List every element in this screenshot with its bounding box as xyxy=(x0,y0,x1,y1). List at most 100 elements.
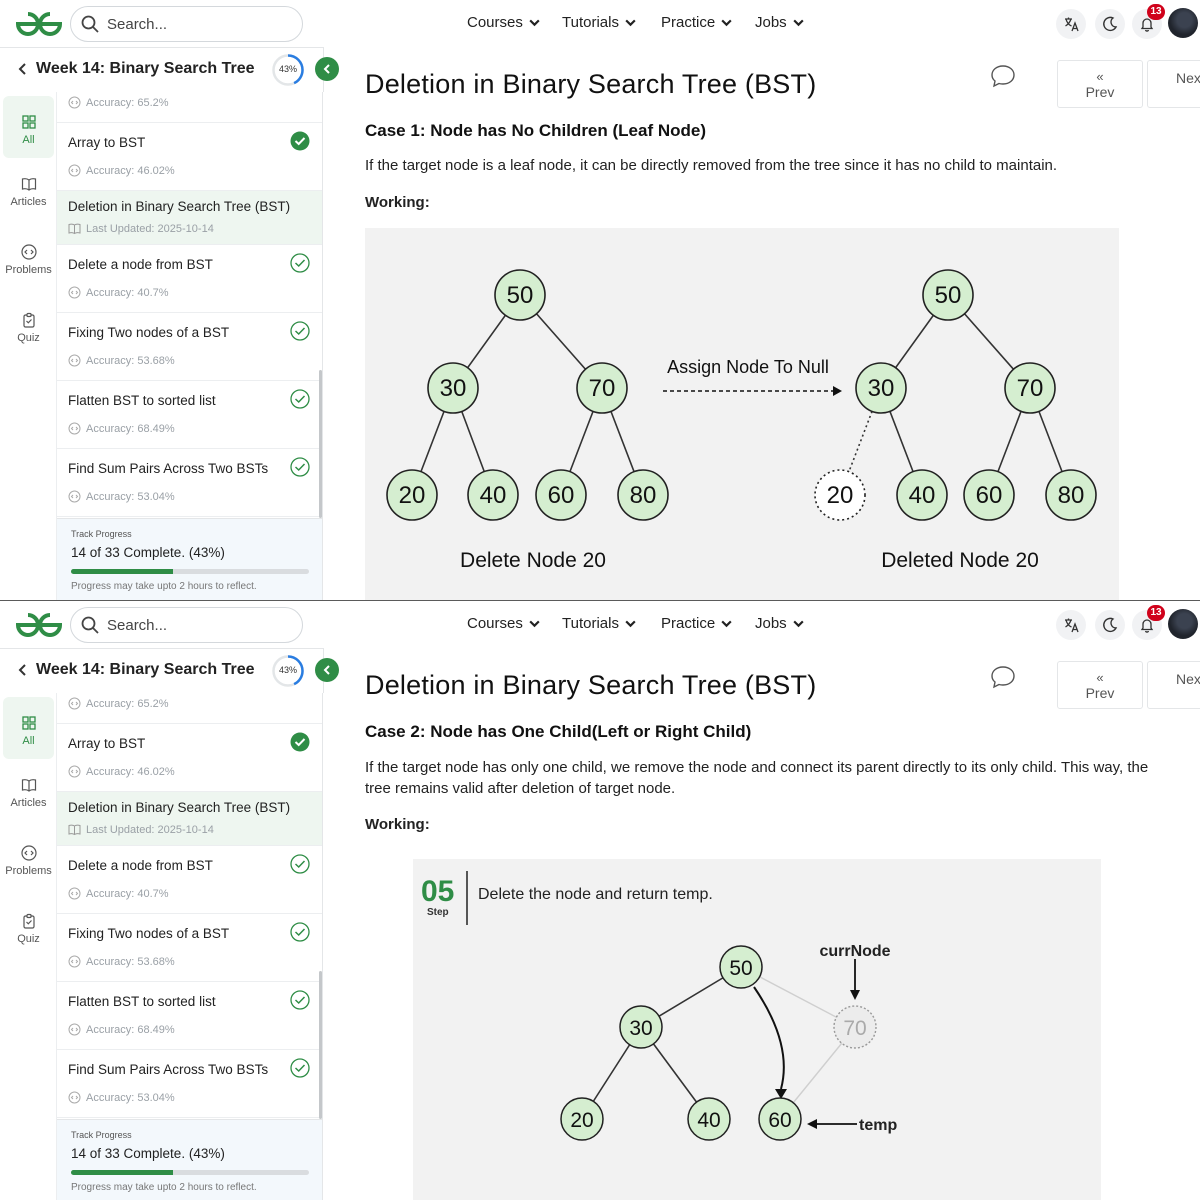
list-item[interactable]: Fixing Two nodes of a BST Accuracy: 53.68… xyxy=(57,313,322,381)
avatar[interactable] xyxy=(1168,609,1198,639)
next-label: Nex xyxy=(1176,671,1200,687)
tree-node: 30 xyxy=(855,362,907,414)
sidebar-scrollbar[interactable] xyxy=(319,971,322,1119)
list-item[interactable]: Delete a node from BST Accuracy: 40.7% xyxy=(57,846,322,914)
next-button[interactable]: Nex» xyxy=(1147,60,1200,108)
nav-tutorials[interactable]: Tutorials xyxy=(562,615,637,632)
translate-button[interactable] xyxy=(1056,610,1086,640)
list-item[interactable]: Find Sum Pairs Across Two BSTs Accuracy: … xyxy=(57,449,322,517)
working-label: Working: xyxy=(365,816,430,833)
node-label: 60 xyxy=(768,1109,791,1132)
item-meta: Last Updated: 2025-10-14 xyxy=(68,823,214,836)
item-meta-text: Accuracy: 53.04% xyxy=(86,1091,175,1104)
node-label: 20 xyxy=(399,482,426,509)
screenshot-top-pane: Search... Courses Tutorials Practice Job… xyxy=(0,0,1200,600)
list-item[interactable]: Flatten BST to sorted list Accuracy: 68.4… xyxy=(57,381,322,449)
translate-icon xyxy=(1065,618,1079,633)
top-header: Search... Courses Tutorials Practice Job… xyxy=(0,0,1200,47)
nav-practice[interactable]: Practice xyxy=(661,615,733,632)
rail-item-articles[interactable]: Articles xyxy=(0,777,57,809)
nav-jobs[interactable]: Jobs xyxy=(755,615,805,632)
faded-tree-node: 70 xyxy=(833,1005,877,1049)
prev-button[interactable]: «Prev xyxy=(1057,60,1143,108)
prev-label: Prev xyxy=(1085,685,1115,701)
collapse-sidebar-button[interactable] xyxy=(315,658,339,682)
translate-button[interactable] xyxy=(1056,9,1086,39)
list-item[interactable]: Accuracy: 65.2% xyxy=(57,693,322,724)
dark-mode-toggle[interactable] xyxy=(1095,9,1125,39)
code-icon xyxy=(68,697,81,710)
case-heading: Case 1: Node has No Children (Leaf Node) xyxy=(365,121,706,140)
list-item[interactable]: Deletion in Binary Search Tree (BST) Last… xyxy=(57,792,322,846)
comment-icon[interactable] xyxy=(990,665,1016,689)
collapse-sidebar-button[interactable] xyxy=(315,57,339,81)
item-meta-text: Accuracy: 65.2% xyxy=(86,697,169,710)
rail-item-all[interactable]: All xyxy=(3,697,54,759)
item-meta: Accuracy: 68.49% xyxy=(68,1023,175,1036)
rail-item-all[interactable]: All xyxy=(3,96,54,158)
item-title: Fixing Two nodes of a BST xyxy=(68,926,230,941)
node-label: 60 xyxy=(976,482,1003,509)
leaf-deletion-diagram: Assign Node To Null 50 30 70 20 40 60 80… xyxy=(386,269,1097,572)
working-label: Working: xyxy=(365,194,430,211)
nav-jobs[interactable]: Jobs xyxy=(755,14,805,31)
check-circle-icon xyxy=(290,922,310,942)
node-label: 70 xyxy=(589,375,616,402)
list-item[interactable]: Find Sum Pairs Across Two BSTs Accuracy: … xyxy=(57,1050,322,1118)
sidebar-rail: All Articles Problems Quiz xyxy=(0,92,57,600)
rail-label: Problems xyxy=(5,865,52,877)
nav-tutorials[interactable]: Tutorials xyxy=(562,14,637,31)
rail-label: Quiz xyxy=(17,332,40,344)
list-item[interactable]: Array to BST Accuracy: 46.02% xyxy=(57,123,322,191)
dark-mode-toggle[interactable] xyxy=(1095,610,1125,640)
node-label: 20 xyxy=(570,1109,593,1132)
list-item[interactable]: Array to BST Accuracy: 46.02% xyxy=(57,724,322,792)
search-input[interactable]: Search... xyxy=(70,607,303,643)
double-chevron-right-icon: » xyxy=(1176,687,1200,701)
nav-practice[interactable]: Practice xyxy=(661,14,733,31)
tree-node: 50 xyxy=(922,269,974,321)
next-label: Nex xyxy=(1176,70,1200,86)
nav-courses[interactable]: Courses xyxy=(467,14,541,31)
tree-node: 80 xyxy=(1045,469,1097,521)
chevron-left-icon[interactable] xyxy=(16,62,30,76)
gfg-logo[interactable] xyxy=(14,10,64,38)
list-item[interactable]: Fixing Two nodes of a BST Accuracy: 53.68… xyxy=(57,914,322,982)
node-label: 70 xyxy=(843,1017,866,1040)
progress-ring-label: 43% xyxy=(278,665,297,675)
node-label: 30 xyxy=(868,375,895,402)
avatar[interactable] xyxy=(1168,8,1198,38)
solved-check-icon xyxy=(290,131,310,151)
prev-button[interactable]: «Prev xyxy=(1057,661,1143,709)
check-circle-icon xyxy=(290,321,310,341)
list-item[interactable]: Accuracy: 65.2% xyxy=(57,92,322,123)
list-item[interactable]: Delete a node from BST Accuracy: 40.7% xyxy=(57,245,322,313)
gfg-logo[interactable] xyxy=(14,611,64,639)
search-input[interactable]: Search... xyxy=(70,6,303,42)
next-button[interactable]: Nex» xyxy=(1147,661,1200,709)
item-meta: Last Updated: 2025-10-14 xyxy=(68,222,214,235)
tree-node: 20 xyxy=(386,469,438,521)
chevron-left-icon[interactable] xyxy=(16,663,30,677)
rail-item-articles[interactable]: Articles xyxy=(0,176,57,208)
rail-item-quiz[interactable]: Quiz xyxy=(0,913,57,945)
item-meta-text: Accuracy: 46.02% xyxy=(86,164,175,177)
code-icon xyxy=(68,354,81,367)
list-item[interactable]: Flatten BST to sorted list Accuracy: 68.4… xyxy=(57,982,322,1050)
item-meta-text: Accuracy: 46.02% xyxy=(86,765,175,778)
comment-icon[interactable] xyxy=(990,64,1016,88)
code-icon xyxy=(68,1023,81,1036)
sidebar-list: Accuracy: 65.2% Array to BST Accuracy: 46… xyxy=(57,92,323,520)
track-complete-text: 14 of 33 Complete. (43%) xyxy=(71,1146,225,1161)
check-circle-icon xyxy=(290,990,310,1010)
rail-item-problems[interactable]: Problems xyxy=(0,244,57,276)
nav-label: Jobs xyxy=(755,615,787,632)
nav-courses[interactable]: Courses xyxy=(467,615,541,632)
list-item[interactable]: Deletion in Binary Search Tree (BST) Last… xyxy=(57,191,322,245)
notification-badge: 13 xyxy=(1147,4,1165,20)
rail-item-problems[interactable]: Problems xyxy=(0,845,57,877)
rail-item-quiz[interactable]: Quiz xyxy=(0,312,57,344)
chevron-down-icon xyxy=(721,19,732,27)
sidebar-rail: All Articles Problems Quiz xyxy=(0,693,57,1200)
sidebar-scrollbar[interactable] xyxy=(319,370,322,518)
